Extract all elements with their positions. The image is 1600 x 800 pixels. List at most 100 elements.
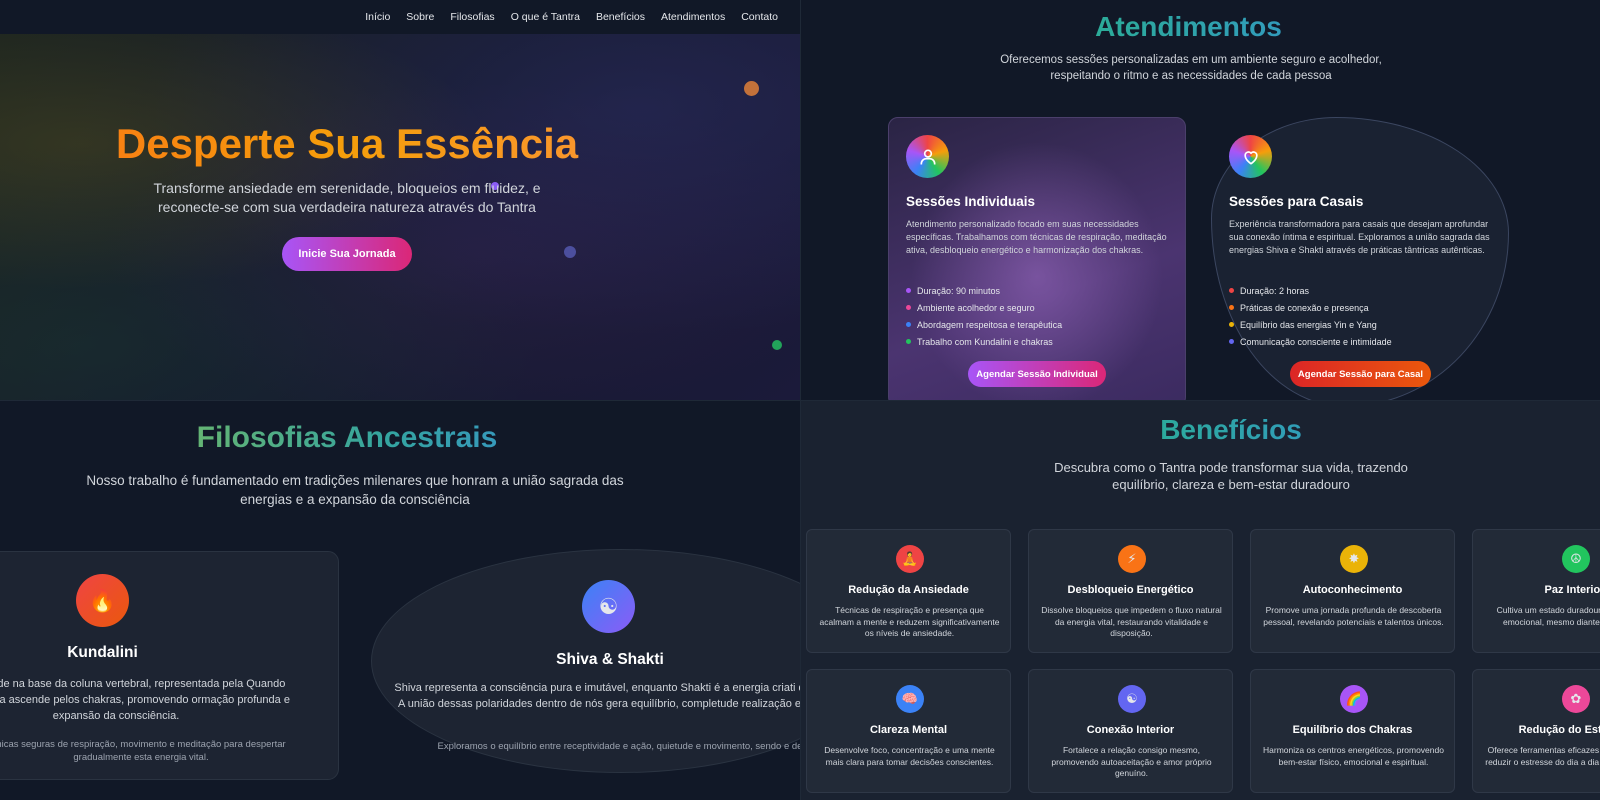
benefit-description: Desenvolve foco, concentração e uma ment… bbox=[824, 745, 995, 767]
meditation-icon: 🧘 bbox=[896, 545, 924, 573]
nav-link-beneficios[interactable]: Benefícios bbox=[596, 11, 645, 23]
top-navigation: Início Sobre Filosofias O que é Tantra B… bbox=[0, 0, 800, 34]
section-subtitle: Oferecemos sessões personalizadas em um … bbox=[1000, 54, 1382, 82]
benefit-description: Harmoniza os centros energéticos, promov… bbox=[1263, 745, 1444, 767]
list-item: Duração: 2 horas bbox=[1229, 282, 1392, 299]
feature-text: Práticas de conexão e presença bbox=[1240, 302, 1369, 313]
nav-link-contato[interactable]: Contato bbox=[741, 11, 778, 23]
philosophy-card-shiva-shakti: ☯ Shiva & Shakti Shiva representa a cons… bbox=[371, 549, 800, 773]
list-item: Abordagem respeitosa e terapêutica bbox=[906, 316, 1062, 333]
bullet-dot bbox=[906, 288, 911, 293]
bullet-dot bbox=[906, 305, 911, 310]
yin-yang-icon: ☯ bbox=[582, 580, 635, 633]
service-title: Sessões para Casais bbox=[1229, 194, 1364, 209]
nav-link-atendimentos[interactable]: Atendimentos bbox=[661, 11, 725, 23]
feature-text: Duração: 90 minutos bbox=[917, 285, 1001, 296]
feature-text: Abordagem respeitosa e terapêutica bbox=[917, 319, 1063, 330]
fire-icon: 🔥 bbox=[76, 574, 129, 627]
hero-title: Desperte Sua Essência bbox=[0, 120, 694, 168]
nav-link-inicio[interactable]: Início bbox=[365, 11, 390, 23]
benefit-card-stress-reduction: ✿ Redução do Estresse Oferece ferramentas … bbox=[1472, 669, 1600, 793]
benefit-card-self-knowledge: ✸ Autoconhecimento Promove uma jornada pro… bbox=[1250, 529, 1455, 653]
philosophy-title: Kundalini bbox=[67, 644, 138, 661]
flower-icon: ✿ bbox=[1562, 685, 1590, 713]
benefit-card-mental-clarity: 🧠 Clareza Mental Desenvolve foco, concentr… bbox=[806, 669, 1011, 793]
service-card-couples: Sessões para Casais Experiência transfor… bbox=[1211, 117, 1509, 400]
benefit-title: Desbloqueio Energético bbox=[1067, 584, 1194, 596]
start-journey-button[interactable]: Inicie Sua Jornada bbox=[282, 237, 412, 271]
hero-section: Início Sobre Filosofias O que é Tantra B… bbox=[0, 0, 800, 400]
nav-link-sobre[interactable]: Sobre bbox=[406, 11, 434, 23]
section-subtitle: Descubra como o Tantra pode transformar … bbox=[1054, 460, 1408, 492]
bullet-dot bbox=[906, 339, 911, 344]
section-title: Benefícios bbox=[831, 414, 1600, 446]
benefit-card-inner-peace: ☮ Paz Interior Cultiva um estado duradouro… bbox=[1472, 529, 1600, 653]
hero-subtitle: Transforme ansiedade em serenidade, bloq… bbox=[153, 180, 541, 215]
heart-icon bbox=[1229, 135, 1272, 178]
benefit-title: Autoconhecimento bbox=[1302, 584, 1403, 596]
decorative-orb bbox=[744, 81, 759, 96]
list-item: Equilíbrio das energias Yin e Yang bbox=[1229, 316, 1392, 333]
list-item: Ambiente acolhedor e seguro bbox=[906, 299, 1062, 316]
benefit-description: Oferece ferramentas eficazes para gerenc… bbox=[1485, 745, 1600, 767]
rainbow-icon: 🌈 bbox=[1340, 685, 1368, 713]
philosophy-description: al que reside na base da coluna vertebra… bbox=[0, 678, 290, 722]
atendimentos-section: Atendimentos Oferecemos sessões personal… bbox=[800, 0, 1600, 400]
section-title: Filosofias Ancestrais bbox=[0, 421, 747, 455]
nav-link-o-que-e-tantra[interactable]: O que é Tantra bbox=[511, 11, 580, 23]
hero-banner: Desperte Sua Essência Transforme ansieda… bbox=[0, 34, 800, 400]
philosophy-card-kundalini: 🔥 Kundalini al que reside na base da col… bbox=[0, 551, 339, 780]
benefit-title: Equilíbrio dos Chakras bbox=[1292, 724, 1413, 736]
bullet-dot bbox=[1229, 305, 1234, 310]
sun-icon: ✸ bbox=[1340, 545, 1368, 573]
benefit-title: Clareza Mental bbox=[869, 724, 948, 736]
service-card-individual: Sessões Individuais Atendimento personal… bbox=[888, 117, 1186, 400]
list-item: Práticas de conexão e presença bbox=[1229, 299, 1392, 316]
bullet-dot bbox=[1229, 322, 1234, 327]
lightning-icon: ⚡ bbox=[1118, 545, 1146, 573]
bullet-dot bbox=[1229, 288, 1234, 293]
peace-icon: ☮ bbox=[1562, 545, 1590, 573]
benefit-title: Paz Interior bbox=[1544, 584, 1600, 596]
service-title: Sessões Individuais bbox=[906, 194, 1036, 209]
list-item: Comunicação consciente e intimidade bbox=[1229, 333, 1392, 350]
benefit-card-chakra-balance: 🌈 Equilíbrio dos Chakras Harmoniza os cent… bbox=[1250, 669, 1455, 793]
yin-yang-icon: ☯ bbox=[1118, 685, 1146, 713]
benefit-title: Redução do Estresse bbox=[1518, 724, 1600, 736]
benefit-card-anxiety-relief: 🧘 Redução da Ansiedade Técnicas de respira… bbox=[806, 529, 1011, 653]
service-description: Experiência transformadora para casais q… bbox=[1229, 219, 1490, 255]
benefit-description: Promove uma jornada profunda de descober… bbox=[1263, 605, 1444, 627]
feature-text: Comunicação consciente e intimidade bbox=[1240, 336, 1392, 347]
brain-icon: 🧠 bbox=[896, 685, 924, 713]
philosophy-title: Shiva & Shakti bbox=[556, 651, 664, 668]
bullet-dot bbox=[906, 322, 911, 327]
benefit-title: Redução da Ansiedade bbox=[848, 584, 969, 596]
decorative-orb bbox=[564, 246, 576, 258]
bullet-dot bbox=[1229, 339, 1234, 344]
list-item: Trabalho com Kundalini e chakras bbox=[906, 333, 1062, 350]
service-features: Duração: 90 minutos Ambiente acolhedor e… bbox=[906, 282, 1062, 350]
book-individual-session-button[interactable]: Agendar Sessão Individual bbox=[968, 361, 1106, 387]
philosophy-note: nicas seguras de respiração, movimento e… bbox=[0, 739, 286, 763]
feature-text: Equilíbrio das energias Yin e Yang bbox=[1240, 319, 1377, 330]
benefit-card-energy-unblock: ⚡ Desbloqueio Energético Dissolve bloqueio… bbox=[1028, 529, 1233, 653]
section-subtitle: Nosso trabalho é fundamentado em tradiçõ… bbox=[86, 473, 624, 507]
benefit-description: Fortalece a relação consigo mesmo, promo… bbox=[1051, 745, 1212, 778]
decorative-orb bbox=[772, 340, 782, 350]
section-title: Atendimentos bbox=[801, 11, 1588, 43]
benefit-description: Dissolve bloqueios que impedem o fluxo n… bbox=[1041, 605, 1222, 638]
benefit-description: Técnicas de respiração e presença que ac… bbox=[819, 605, 1000, 638]
feature-text: Duração: 2 horas bbox=[1240, 285, 1310, 296]
list-item: Duração: 90 minutos bbox=[906, 282, 1062, 299]
feature-text: Trabalho com Kundalini e chakras bbox=[917, 336, 1053, 347]
beneficios-section: Benefícios Descubra como o Tantra pode t… bbox=[800, 400, 1600, 800]
benefit-card-inner-connection: ☯ Conexão Interior Fortalece a relação con… bbox=[1028, 669, 1233, 793]
nav-link-filosofias[interactable]: Filosofias bbox=[450, 11, 494, 23]
benefit-title: Conexão Interior bbox=[1086, 724, 1175, 736]
book-couples-session-button[interactable]: Agendar Sessão para Casal bbox=[1290, 361, 1431, 387]
benefit-description: Cultiva um estado duradouro de equilíbri… bbox=[1496, 605, 1600, 627]
filosofias-section: Filosofias Ancestrais Nosso trabalho é f… bbox=[0, 400, 800, 800]
service-description: Atendimento personalizado focado em suas… bbox=[906, 219, 1167, 255]
service-features: Duração: 2 horas Práticas de conexão e p… bbox=[1229, 282, 1392, 350]
user-icon bbox=[906, 135, 949, 178]
